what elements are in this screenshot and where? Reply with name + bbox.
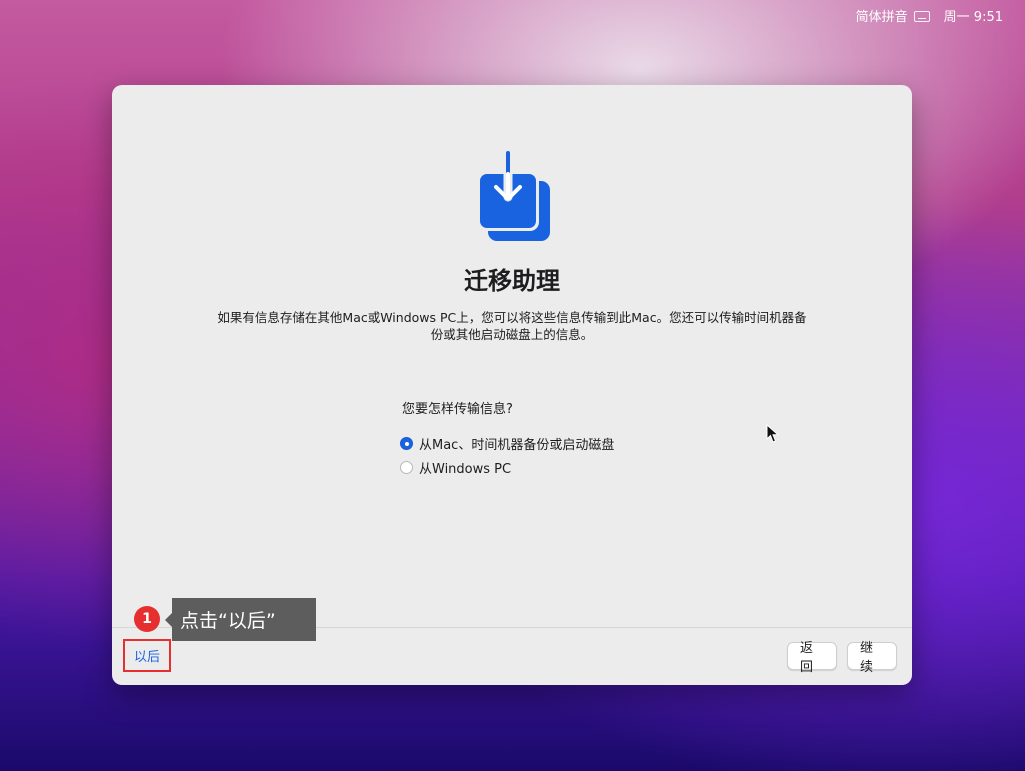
keyboard-icon	[913, 10, 930, 22]
radio-unselected-icon[interactable]	[400, 461, 413, 474]
radio-selected-icon[interactable]	[400, 437, 413, 450]
transfer-question: 您要怎样传输信息?	[402, 402, 513, 417]
input-method-menu[interactable]: 简体拼音	[856, 6, 930, 25]
description: 如果有信息存储在其他Mac或Windows PC上，您可以将这些信息传输到此Ma…	[192, 309, 832, 343]
page-title: 迁移助理	[464, 267, 560, 295]
migration-download-icon	[477, 151, 550, 241]
instruction-tooltip: 点击“以后”	[165, 598, 316, 641]
step-badge: 1	[134, 606, 160, 632]
input-method-label: 简体拼音	[855, 9, 908, 25]
description-line-2: 份或其他启动磁盘上的信息。	[430, 327, 594, 342]
continue-button[interactable]: 继续	[847, 641, 897, 675]
menu-bar: 简体拼音 周一 9:51	[856, 0, 1025, 30]
menu-clock[interactable]: 周一 9:51	[944, 6, 1003, 25]
migration-assistant-window: 迁移助理 如果有信息存储在其他Mac或Windows PC上，您可以将这些信息传…	[112, 85, 912, 685]
later-button[interactable]: 以后	[134, 646, 160, 665]
back-button[interactable]: 返回	[787, 641, 837, 675]
option-from-mac[interactable]: 从Mac、时间机器备份或启动磁盘	[400, 434, 614, 453]
option-from-mac-label: 从Mac、时间机器备份或启动磁盘	[419, 438, 615, 453]
later-highlight-box: 以后	[123, 639, 171, 672]
description-line-1: 如果有信息存储在其他Mac或Windows PC上，您可以将这些信息传输到此Ma…	[217, 310, 807, 325]
option-from-windows-label: 从Windows PC	[419, 462, 512, 477]
option-from-windows[interactable]: 从Windows PC	[400, 458, 511, 477]
pointer-cursor-icon	[766, 424, 780, 443]
desktop: 简体拼音 周一 9:51 迁移助理 如果有信息存储在其他Mac或Windows …	[0, 0, 1025, 771]
